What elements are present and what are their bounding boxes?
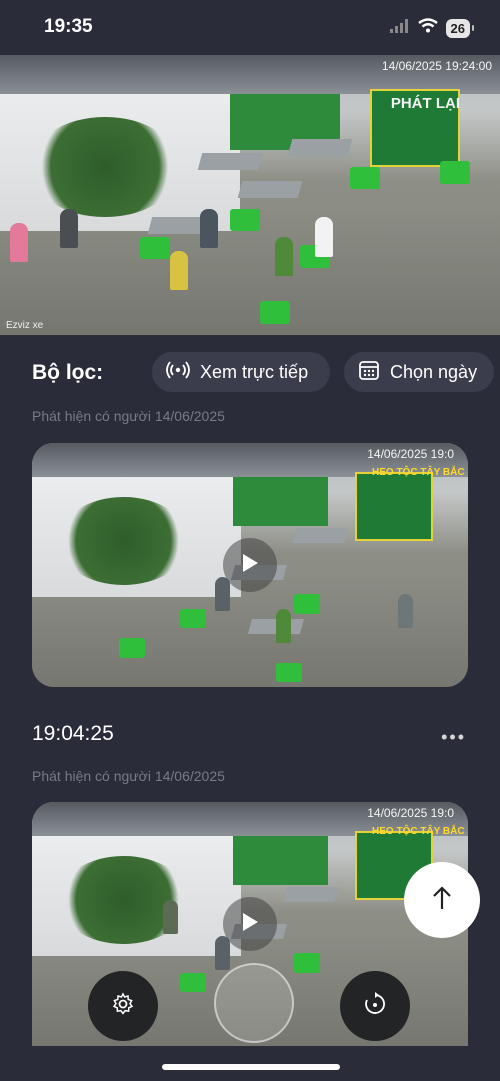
play-icon xyxy=(240,911,260,938)
live-view-label: Xem trực tiếp xyxy=(200,361,309,382)
event-datetime: 14/06/2025 19:0 xyxy=(367,447,454,461)
choose-date-button[interactable]: Chọn ngày xyxy=(344,352,494,392)
live-camera-view[interactable]: 14/06/2025 19:24:00 PHÁT LẠI Ezviz xe xyxy=(0,55,500,335)
play-icon xyxy=(240,552,260,579)
live-view-button[interactable]: Xem trực tiếp xyxy=(152,352,330,392)
signal-icon xyxy=(389,18,410,38)
filter-bar: Bộ lọc: Xem trực tiếp Chọn ngày xyxy=(32,352,500,394)
event-time: 19:04:25 xyxy=(32,722,114,745)
status-bar: 19:35 26 xyxy=(0,0,500,54)
gear-icon xyxy=(111,991,135,1021)
home-indicator[interactable] xyxy=(162,1064,340,1070)
arrow-up-icon xyxy=(431,882,453,919)
scroll-to-top-button[interactable] xyxy=(404,862,480,938)
camera-watermark: Ezviz xe xyxy=(6,320,44,331)
replay-icon xyxy=(362,991,388,1022)
choose-date-label: Chọn ngày xyxy=(390,361,478,382)
wifi-icon xyxy=(417,18,438,38)
stall-sign: HEO TỘC TÂY BẮC xyxy=(372,826,465,837)
play-button[interactable] xyxy=(223,897,277,951)
filter-label: Bộ lọc: xyxy=(32,361,104,384)
battery-indicator: 26 xyxy=(445,18,475,38)
record-button[interactable] xyxy=(214,963,294,1043)
broadcast-icon xyxy=(166,360,190,384)
replay-button[interactable] xyxy=(340,971,410,1041)
calendar-icon xyxy=(358,359,380,386)
event-datetime: 14/06/2025 19:0 xyxy=(367,806,454,820)
stall-sign: HEO TỘC TÂY BẮC xyxy=(372,467,465,478)
camera-datetime: 14/06/2025 19:24:00 xyxy=(381,59,492,73)
status-time: 19:35 xyxy=(44,16,93,37)
event-thumbnail[interactable]: 14/06/2025 19:0 HEO TỘC TÂY BẮC xyxy=(32,443,468,687)
event-caption: Phát hiện có người 14/06/2025 xyxy=(32,408,225,424)
event-caption: Phát hiện có người 14/06/2025 xyxy=(32,768,225,784)
settings-button[interactable] xyxy=(88,971,158,1041)
play-button[interactable] xyxy=(223,538,277,592)
playback-label: PHÁT LẠI xyxy=(390,95,460,112)
more-options-button[interactable]: ••• xyxy=(441,727,466,748)
